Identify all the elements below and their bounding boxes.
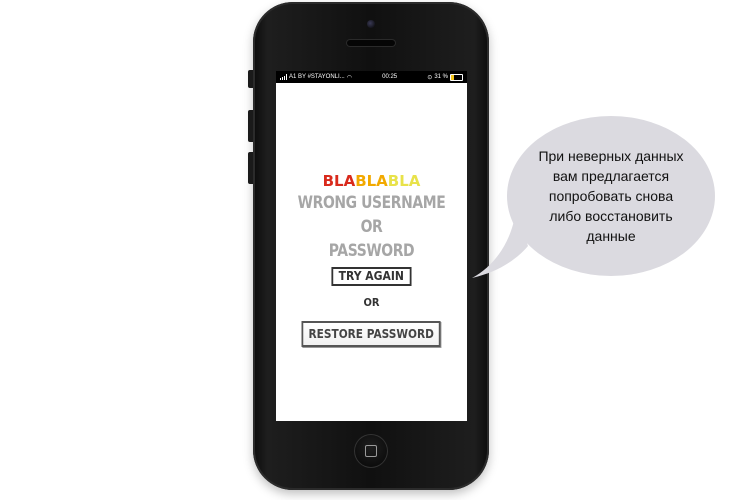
orientation-lock-icon: ⊙ bbox=[427, 74, 433, 81]
status-time: 00:25 bbox=[382, 74, 398, 80]
logo-part-3: BLA bbox=[387, 172, 421, 190]
battery-icon bbox=[450, 73, 463, 81]
callout-line: вам предлагается bbox=[552, 168, 670, 184]
front-camera-icon bbox=[367, 20, 375, 28]
callout-line: либо восстановить bbox=[549, 208, 673, 224]
phone-device: A1 BY #STAYONLI... ◠ 00:25 ⊙ 31 % BLABLA… bbox=[248, 2, 489, 490]
status-bar: A1 BY #STAYONLI... ◠ 00:25 ⊙ 31 % bbox=[276, 71, 467, 83]
home-button[interactable] bbox=[354, 434, 388, 468]
carrier-label: A1 BY #STAYONLI... bbox=[289, 74, 345, 80]
login-error-view: BLABLABLA WRONG USERNAME OR PASSWORD TRY… bbox=[276, 171, 467, 347]
wifi-icon: ◠ bbox=[346, 74, 352, 81]
logo-part-2: BLA bbox=[355, 172, 388, 190]
callout-text: При неверных данных вам предлагается поп… bbox=[519, 146, 703, 246]
callout-line: данные bbox=[586, 228, 636, 244]
mute-switch bbox=[248, 70, 253, 88]
restore-password-button[interactable]: RESTORE PASSWORD bbox=[301, 321, 442, 347]
cellular-signal-icon bbox=[280, 74, 287, 80]
callout-line: попробовать снова bbox=[548, 188, 674, 204]
volume-up-button bbox=[248, 110, 253, 142]
battery-percent: 31 % bbox=[434, 74, 448, 80]
callout-line: При неверных данных bbox=[538, 148, 684, 164]
error-message-line-2: PASSWORD bbox=[328, 241, 415, 261]
home-square-icon bbox=[365, 445, 377, 457]
battery-level-fill bbox=[451, 74, 455, 80]
volume-down-button bbox=[248, 152, 253, 184]
logo-part-1: BLA bbox=[322, 172, 356, 190]
earpiece-speaker bbox=[347, 40, 395, 46]
try-again-button[interactable]: TRY AGAIN bbox=[331, 267, 412, 286]
app-logo: BLABLABLA bbox=[276, 171, 467, 191]
error-message-line-1: WRONG USERNAME OR bbox=[297, 193, 446, 237]
phone-screen: A1 BY #STAYONLI... ◠ 00:25 ⊙ 31 % BLABLA… bbox=[276, 71, 467, 421]
or-separator: OR bbox=[363, 296, 380, 309]
